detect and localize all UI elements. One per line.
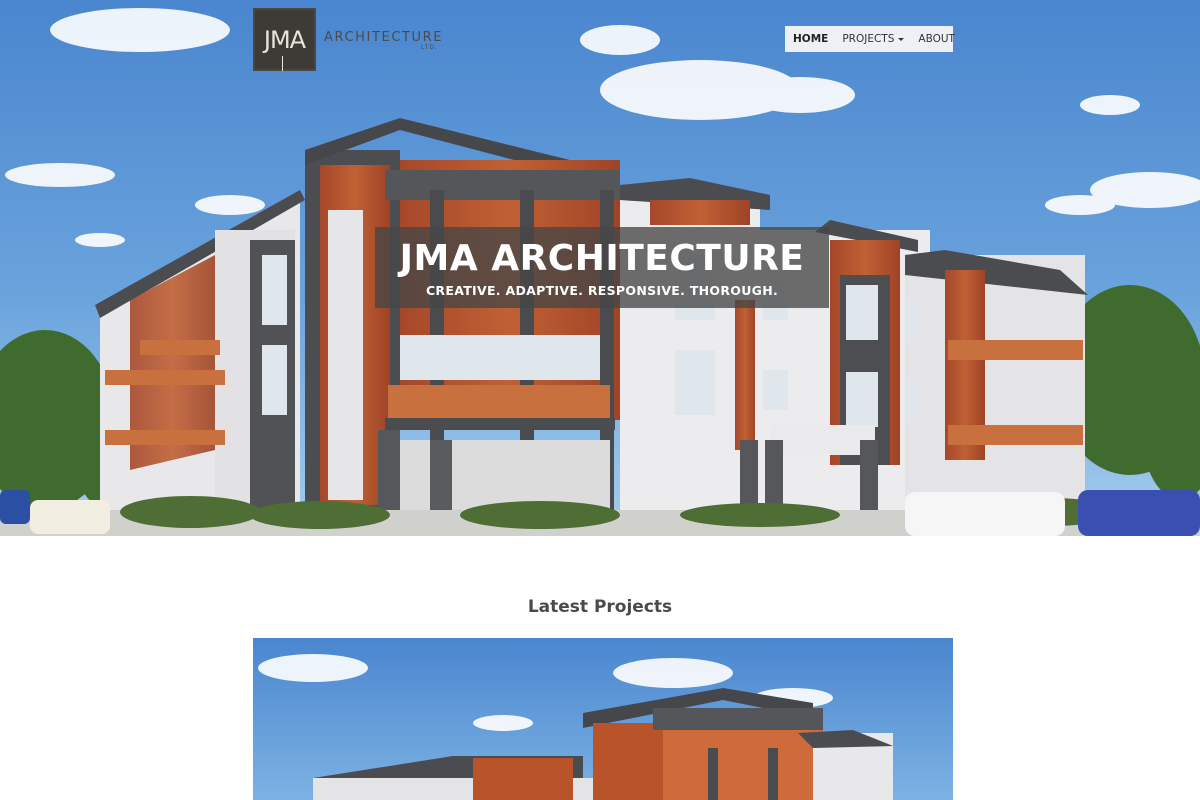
logo-suffix: LTD. (421, 45, 438, 51)
nav-projects-label: PROJECTS (842, 33, 895, 45)
hero-banner: JMA ARCHITECTURE LTD. HOME PROJECTS ABOU… (0, 0, 1200, 536)
nav-about-label: ABOUT (918, 33, 955, 45)
caret-down-icon (898, 37, 905, 41)
project-image (253, 638, 953, 800)
nav-projects-dropdown[interactable]: PROJECTS (835, 26, 911, 52)
logo-wordmark: ARCHITECTURE (324, 30, 444, 45)
hero-title-banner: JMA ARCHITECTURE CREATIVE. ADAPTIVE. RES… (375, 227, 829, 308)
logo[interactable]: JMA ARCHITECTURE LTD. (253, 8, 443, 71)
main-nav: HOME PROJECTS ABOUT (785, 26, 955, 52)
project-card[interactable] (253, 638, 953, 800)
hero-title: JMA ARCHITECTURE (399, 238, 805, 279)
hero-tagline: CREATIVE. ADAPTIVE. RESPONSIVE. THOROUGH… (425, 283, 779, 298)
logo-monogram: JMA (253, 8, 316, 71)
nav-home[interactable]: HOME (785, 26, 835, 52)
nav-about[interactable]: ABOUT (911, 26, 962, 52)
nav-home-label: HOME (793, 33, 829, 45)
latest-projects-heading: Latest Projects (527, 597, 673, 617)
